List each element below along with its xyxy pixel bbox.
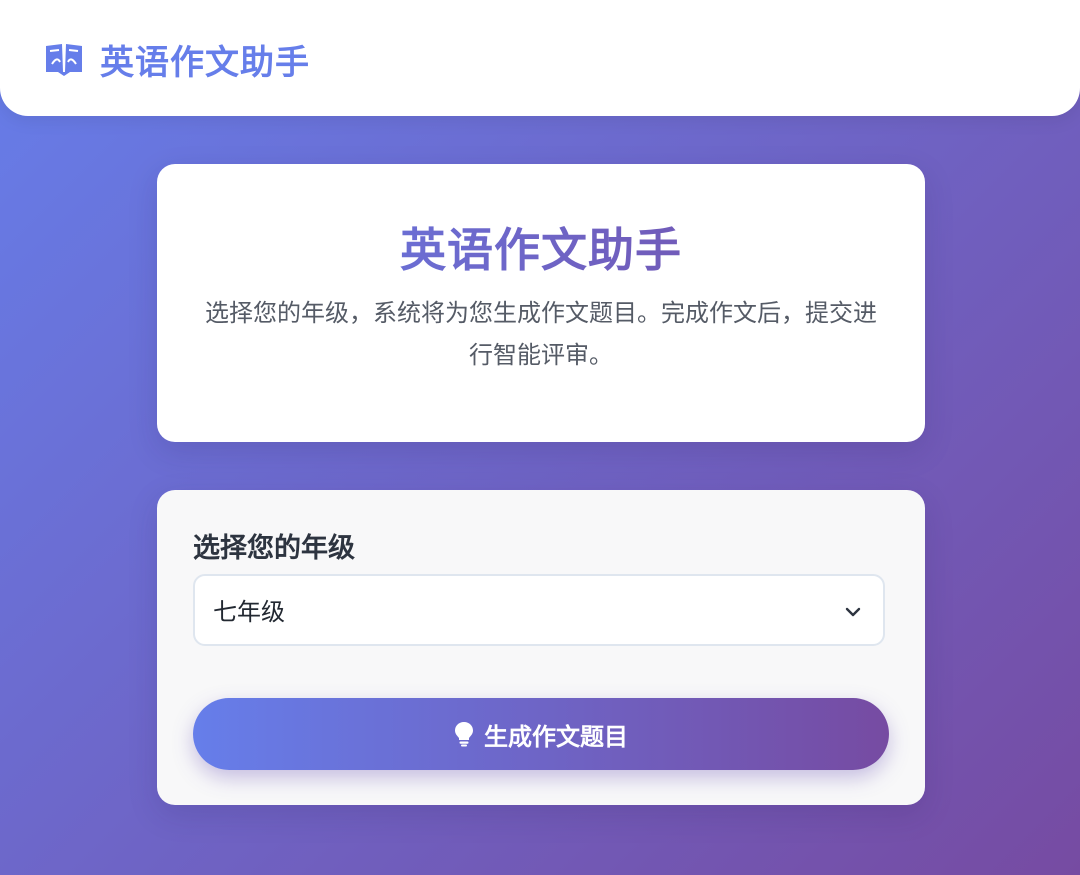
chevron-down-icon xyxy=(843,602,863,622)
book-open-icon xyxy=(44,42,84,76)
brand[interactable]: 英语作文助手 xyxy=(44,36,310,83)
generate-topic-button[interactable]: 生成作文题目 xyxy=(193,698,889,770)
intro-card: 英语作文助手 选择您的年级，系统将为您生成作文题目。完成作文后，提交进行智能评审… xyxy=(157,164,925,442)
grade-select[interactable]: 七年级 xyxy=(193,574,885,646)
grade-label: 选择您的年级 xyxy=(193,533,355,564)
grade-select-value: 七年级 xyxy=(213,598,285,626)
top-navbar: 英语作文助手 xyxy=(0,0,1080,116)
lightbulb-icon xyxy=(454,721,474,747)
app-title: 英语作文助手 xyxy=(100,42,310,83)
intro-description: 选择您的年级，系统将为您生成作文题目。完成作文后，提交进行智能评审。 xyxy=(205,299,877,369)
page-title: 英语作文助手 xyxy=(157,214,925,280)
generate-topic-label: 生成作文题目 xyxy=(484,722,628,751)
grade-form-card: 选择您的年级 七年级 生成作文题目 xyxy=(157,490,925,805)
